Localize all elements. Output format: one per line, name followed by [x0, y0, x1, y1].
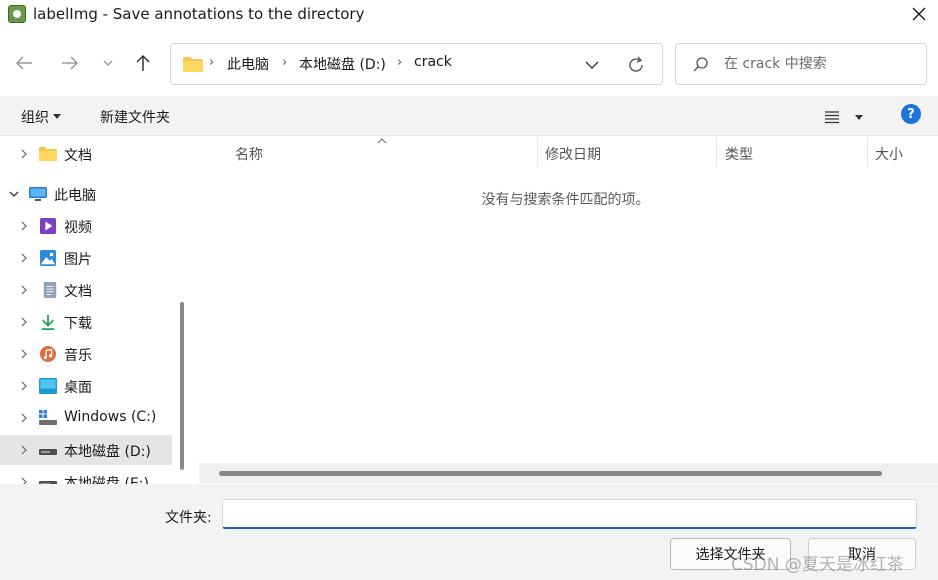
column-divider[interactable] — [716, 138, 717, 166]
windows-drive-icon — [39, 410, 57, 425]
sidebar-item-this-pc[interactable]: 此电脑 — [0, 179, 172, 209]
video-icon — [40, 218, 56, 234]
sidebar-item-music[interactable]: 音乐 — [0, 339, 172, 369]
recent-locations-button[interactable] — [95, 50, 121, 76]
sidebar-scrollbar[interactable] — [180, 302, 184, 470]
new-folder-button[interactable]: 新建文件夹 — [100, 107, 170, 127]
navigation-bar: › 此电脑 › 本地磁盘 (D:) › crack — [0, 36, 938, 92]
organize-label: 组织 — [21, 110, 49, 126]
address-bar[interactable]: › 此电脑 › 本地磁盘 (D:) › crack — [170, 43, 663, 85]
sidebar-item-documents-quick[interactable]: 文档 — [0, 139, 172, 169]
chevron-right-icon — [21, 445, 27, 455]
command-toolbar: 组织 新建文件夹 ? — [0, 96, 938, 136]
up-button[interactable] — [130, 50, 156, 76]
sidebar-item-local-disk-d[interactable]: 本地磁盘 (D:) — [0, 435, 172, 465]
column-divider[interactable] — [867, 138, 868, 166]
horizontal-scrollbar[interactable] — [199, 463, 938, 483]
chevron-right-icon — [21, 413, 27, 423]
chevron-right-icon — [21, 253, 27, 263]
labelimg-app-icon — [8, 5, 26, 23]
sort-ascending-icon — [377, 138, 387, 144]
list-view-icon — [825, 111, 839, 124]
breadcrumb-separator: › — [397, 55, 403, 70]
chevron-right-icon — [21, 221, 27, 231]
search-icon — [693, 57, 708, 72]
arrow-up-icon — [136, 54, 150, 71]
search-input[interactable] — [724, 50, 919, 78]
sidebar-item-label: Windows (C:) — [64, 409, 157, 425]
chevron-right-icon — [21, 149, 27, 159]
chevron-right-icon — [21, 381, 27, 391]
sidebar-item-downloads[interactable]: 下载 — [0, 307, 172, 337]
sidebar-item-pictures[interactable]: 图片 — [0, 243, 172, 273]
sidebar-item-label: 文档 — [64, 284, 92, 300]
sidebar-item-label: 下载 — [64, 316, 92, 332]
breadcrumb-separator: › — [282, 55, 288, 70]
column-header-name[interactable]: 名称 — [235, 136, 263, 168]
column-header-size[interactable]: 大小 — [875, 136, 903, 168]
caret-down-icon — [855, 115, 863, 120]
organize-menu-button[interactable]: 组织 — [21, 107, 61, 127]
sidebar-item-label: 文档 — [64, 148, 92, 164]
dialog-footer: 文件夹: 选择文件夹 取消 — [0, 484, 938, 580]
search-box[interactable] — [675, 43, 927, 85]
folder-label: 文件夹: — [165, 510, 212, 526]
sidebar-item-label: 此电脑 — [54, 188, 96, 204]
close-icon — [912, 7, 926, 21]
chevron-down-icon — [103, 60, 113, 66]
document-icon — [43, 282, 57, 298]
navigation-pane[interactable]: 文档 此电脑 视频 图片 文档 下载 音乐 桌面 Windows (C:) 本地… — [0, 136, 190, 484]
caret-down-icon — [53, 113, 61, 119]
music-icon — [40, 346, 56, 362]
help-button[interactable]: ? — [901, 104, 921, 124]
breadcrumb-separator: › — [209, 55, 215, 70]
sidebar-item-label: 本地磁盘 (D:) — [64, 444, 151, 460]
column-divider[interactable] — [537, 138, 538, 166]
picture-icon — [40, 250, 56, 266]
title-bar: labelImg - Save annotations to the direc… — [0, 0, 938, 30]
arrow-left-icon — [15, 56, 32, 70]
computer-icon — [29, 187, 47, 201]
horizontal-scrollbar-thumb[interactable] — [219, 471, 882, 476]
breadcrumb-local-disk-d[interactable]: 本地磁盘 (D:) — [299, 54, 386, 74]
sidebar-item-label: 本地磁盘 (E:) — [64, 476, 149, 484]
column-header-type[interactable]: 类型 — [725, 136, 753, 168]
download-icon — [41, 314, 55, 330]
chevron-right-icon — [21, 349, 27, 359]
breadcrumb-crack[interactable]: crack — [414, 54, 452, 70]
sidebar-item-label: 桌面 — [64, 380, 92, 396]
chevron-right-icon — [21, 285, 27, 295]
file-list[interactable]: 名称 修改日期 类型 大小 没有与搜索条件匹配的项。 — [193, 136, 938, 464]
sidebar-item-windows-c[interactable]: Windows (C:) — [0, 403, 172, 433]
select-folder-button[interactable]: 选择文件夹 — [670, 538, 791, 570]
folder-icon — [183, 57, 203, 72]
back-button[interactable] — [11, 50, 37, 76]
sidebar-item-label: 视频 — [64, 220, 92, 236]
empty-folder-message: 没有与搜索条件匹配的项。 — [481, 192, 650, 208]
cancel-button[interactable]: 取消 — [808, 538, 916, 570]
desktop-icon — [39, 378, 57, 394]
drive-icon — [39, 481, 57, 484]
sidebar-item-videos[interactable]: 视频 — [0, 211, 172, 241]
sidebar-item-label: 图片 — [64, 252, 92, 268]
sidebar-item-desktop[interactable]: 桌面 — [0, 371, 172, 401]
breadcrumb-this-pc[interactable]: 此电脑 — [227, 54, 269, 74]
column-header-date-modified[interactable]: 修改日期 — [545, 136, 601, 168]
arrow-right-icon — [62, 56, 79, 70]
sidebar-item-documents[interactable]: 文档 — [0, 275, 172, 305]
window-title: labelImg - Save annotations to the direc… — [33, 5, 365, 23]
chevron-right-icon — [21, 477, 27, 484]
drive-icon — [39, 449, 57, 455]
folder-name-input[interactable] — [222, 499, 917, 529]
forward-button[interactable] — [57, 50, 83, 76]
sidebar-item-local-disk-e[interactable]: 本地磁盘 (E:) — [0, 467, 172, 484]
folder-yellow-icon — [39, 147, 57, 161]
chevron-right-icon — [21, 317, 27, 327]
close-button[interactable] — [900, 0, 938, 28]
refresh-icon[interactable] — [626, 55, 646, 75]
sidebar-item-label: 音乐 — [64, 348, 92, 364]
view-options-button[interactable] — [823, 107, 869, 127]
chevron-down-icon — [9, 191, 19, 197]
address-history-dropdown-icon[interactable] — [583, 56, 601, 74]
